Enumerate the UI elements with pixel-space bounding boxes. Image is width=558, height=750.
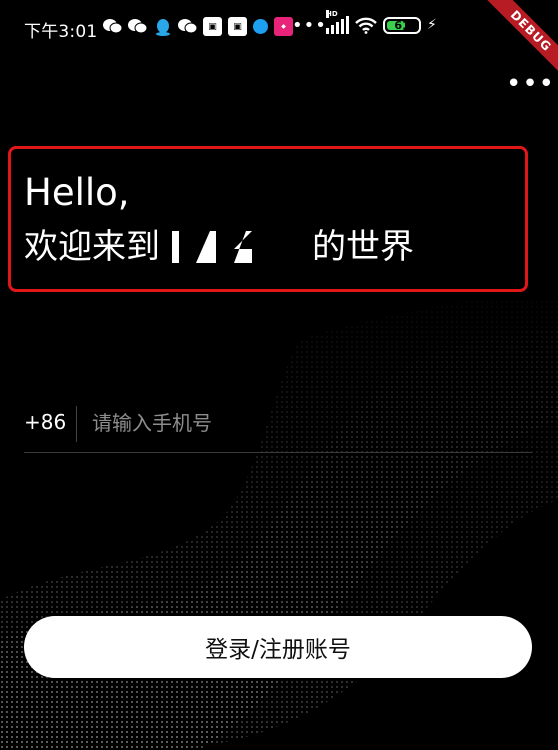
input-underline — [24, 452, 532, 453]
welcome-prefix: 欢迎来到 — [24, 227, 160, 267]
wechat-icon — [103, 17, 122, 36]
battery-icon: 61 — [383, 16, 421, 34]
wifi-icon — [355, 17, 377, 34]
notification-icons: ▣ ▣ ◆ — [103, 17, 293, 36]
charging-icon: ⚡ — [427, 17, 437, 33]
signal-icon: HD — [326, 10, 349, 34]
welcome-suffix: 的世界 — [312, 227, 414, 267]
wechat-icon — [178, 17, 197, 36]
wave-background — [0, 300, 558, 750]
phone-input[interactable] — [92, 405, 522, 441]
status-right: HD 61 ⚡ — [326, 10, 437, 34]
country-code[interactable]: +86 — [24, 410, 66, 434]
greeting-highlight-box — [8, 146, 528, 292]
greeting-welcome: 欢迎来到 的世界 — [24, 224, 414, 270]
status-time: 下午3:01 — [24, 22, 98, 42]
box-app-icon: ▣ — [203, 17, 222, 36]
wechat-icon — [128, 17, 147, 36]
greeting-hello: Hello, — [24, 171, 130, 214]
divider — [76, 406, 77, 442]
hd-label: HD — [326, 10, 338, 18]
login-register-button[interactable]: 登录/注册账号 — [24, 616, 532, 678]
qq-icon — [153, 17, 172, 36]
more-menu-icon[interactable]: ••• — [506, 71, 555, 97]
pink-app-icon: ◆ — [274, 17, 293, 36]
box-app-icon: ▣ — [228, 17, 247, 36]
battery-level: 61 — [394, 18, 410, 32]
more-notifications-icon: ••• — [292, 15, 327, 36]
blue-app-icon — [253, 19, 268, 34]
app-logo-icon — [168, 227, 304, 267]
